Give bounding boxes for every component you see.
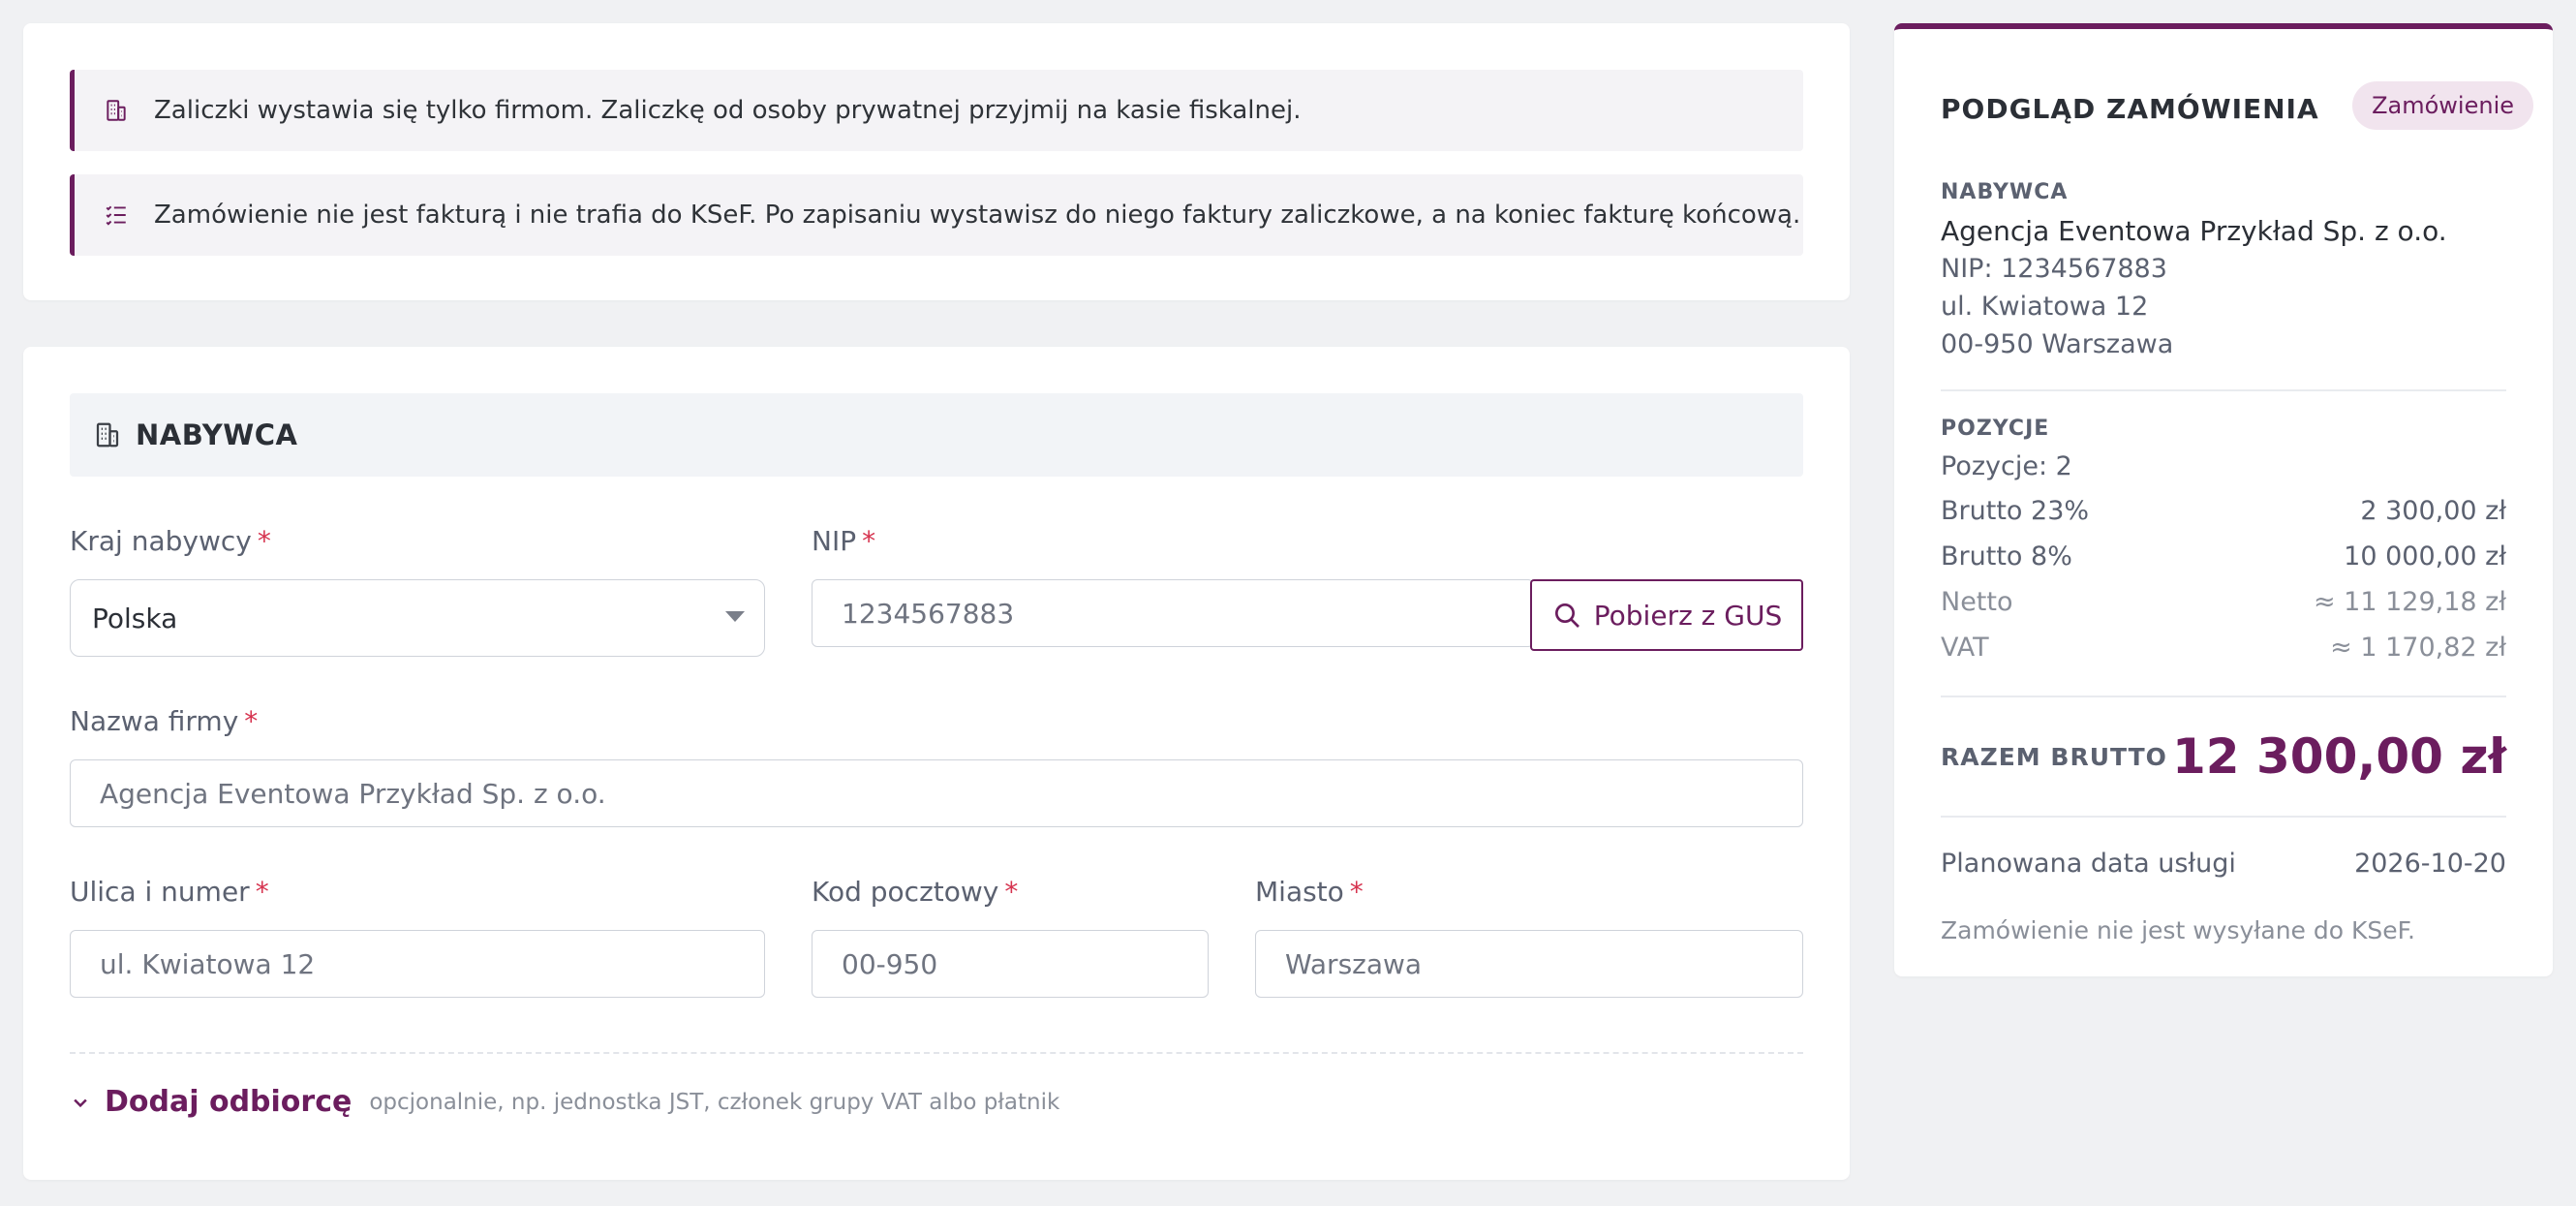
total-label: RAZEM BRUTTO bbox=[1941, 742, 2167, 771]
city-label-text: Miasto bbox=[1255, 876, 1344, 908]
search-icon bbox=[1551, 600, 1582, 631]
street-label: Ulica i numer * bbox=[70, 876, 269, 908]
required-mark: * bbox=[862, 525, 876, 557]
postal-code-value: 00-950 bbox=[842, 947, 938, 980]
required-mark: * bbox=[1349, 876, 1364, 908]
checklist-icon bbox=[100, 199, 133, 232]
summary-row-label: Brutto 8% bbox=[1941, 541, 2072, 572]
nip-input-value: 1234567883 bbox=[842, 597, 1015, 630]
add-recipient-hint: opcjonalnie, np. jednostka JST, członek … bbox=[369, 1089, 1060, 1115]
info-note-ksef: Zamówienie nie jest fakturą i nie trafia… bbox=[70, 174, 1803, 256]
ksef-note: Zamówienie nie jest wysyłane do KSeF. bbox=[1941, 916, 2415, 944]
summary-row-value: ≈ 1 170,82 zł bbox=[2330, 633, 2506, 663]
nip-input[interactable]: 1234567883 bbox=[812, 579, 1534, 647]
company-name-input[interactable]: Agencja Eventowa Przykład Sp. z o.o. bbox=[70, 759, 1803, 827]
service-date-value: 2026-10-20 bbox=[2354, 849, 2506, 879]
building-icon bbox=[91, 418, 124, 451]
summary-row-value: ≈ 11 129,18 zł bbox=[2313, 587, 2506, 617]
summary-total: RAZEM BRUTTO 12 300,00 zł bbox=[1941, 728, 2506, 785]
status-badge: Zamówienie bbox=[2352, 81, 2533, 130]
country-select-value: Polska bbox=[92, 602, 178, 634]
summary-row-gross-8: Brutto 8% 10 000,00 zł bbox=[1941, 541, 2506, 572]
summary-row-value: 10 000,00 zł bbox=[2344, 541, 2506, 572]
info-notes-card: Zaliczki wystawia się tylko firmom. Zali… bbox=[23, 23, 1850, 300]
street-input[interactable]: ul. Kwiatowa 12 bbox=[70, 930, 765, 998]
required-mark: * bbox=[257, 525, 271, 557]
city-input[interactable]: Warszawa bbox=[1255, 930, 1803, 998]
street-label-text: Ulica i numer bbox=[70, 876, 250, 908]
required-mark: * bbox=[255, 876, 269, 908]
summary-divider bbox=[1941, 696, 2506, 697]
city-input-value: Warszawa bbox=[1285, 947, 1423, 980]
summary-service-date: Planowana data usługi 2026-10-20 bbox=[1941, 849, 2506, 879]
order-page: Zaliczki wystawia się tylko firmom. Zali… bbox=[0, 0, 2576, 1206]
fetch-gus-button-label: Pobierz z GUS bbox=[1593, 599, 1783, 632]
company-name-value: Agencja Eventowa Przykład Sp. z o.o. bbox=[100, 777, 606, 810]
summary-row-gross-23: Brutto 23% 2 300,00 zł bbox=[1941, 496, 2506, 526]
info-note-text: Zaliczki wystawia się tylko firmom. Zali… bbox=[154, 96, 1302, 125]
summary-buyer-street: ul. Kwiatowa 12 bbox=[1941, 292, 2149, 322]
required-mark: * bbox=[244, 705, 259, 737]
summary-buyer-heading: NABYWCA bbox=[1941, 180, 2069, 204]
summary-row-label: Brutto 23% bbox=[1941, 496, 2090, 526]
summary-positions-count: Pozycje: 2 bbox=[1941, 451, 2072, 481]
building-icon bbox=[100, 94, 133, 127]
info-note-text: Zamówienie nie jest fakturą i nie trafia… bbox=[154, 201, 1801, 230]
summary-row-label: Netto bbox=[1941, 587, 2013, 617]
country-label-text: Kraj nabywcy bbox=[70, 525, 252, 557]
buyer-section-title: NABYWCA bbox=[136, 418, 298, 451]
chevron-down-icon bbox=[70, 1092, 91, 1113]
country-select[interactable]: Polska bbox=[70, 579, 765, 657]
add-recipient-link[interactable]: Dodaj odbiorcę bbox=[105, 1085, 352, 1119]
info-note-advance: Zaliczki wystawia się tylko firmom. Zali… bbox=[70, 70, 1803, 151]
summary-buyer-city: 00-950 Warszawa bbox=[1941, 329, 2174, 359]
add-recipient-toggle[interactable]: Dodaj odbiorcę opcjonalnie, np. jednostk… bbox=[70, 1085, 1059, 1119]
nip-label: NIP * bbox=[812, 525, 875, 557]
summary-row-label: VAT bbox=[1941, 633, 1989, 663]
summary-buyer-nip: NIP: 1234567883 bbox=[1941, 254, 2167, 284]
buyer-form-card: NABYWCA Kraj nabywcy * Polska NIP * 123456… bbox=[23, 347, 1850, 1180]
chevron-down-icon bbox=[725, 611, 745, 622]
country-label: Kraj nabywcy * bbox=[70, 525, 271, 557]
street-input-value: ul. Kwiatowa 12 bbox=[100, 947, 316, 980]
summary-row-value: 2 300,00 zł bbox=[2360, 496, 2506, 526]
buyer-section-header: NABYWCA bbox=[70, 393, 1803, 477]
total-value: 12 300,00 zł bbox=[2172, 728, 2506, 785]
postal-code-label-text: Kod pocztowy bbox=[812, 876, 999, 908]
nip-label-text: NIP bbox=[812, 525, 857, 557]
service-date-label: Planowana data usługi bbox=[1941, 849, 2236, 879]
section-divider bbox=[70, 1052, 1803, 1054]
summary-buyer-name: Agencja Eventowa Przykład Sp. z o.o. bbox=[1941, 215, 2447, 247]
postal-code-label: Kod pocztowy * bbox=[812, 876, 1018, 908]
summary-row-vat: VAT ≈ 1 170,82 zł bbox=[1941, 633, 2506, 663]
city-label: Miasto * bbox=[1255, 876, 1364, 908]
required-mark: * bbox=[1004, 876, 1019, 908]
company-label: Nazwa firmy * bbox=[70, 705, 258, 737]
summary-divider bbox=[1941, 816, 2506, 818]
summary-divider bbox=[1941, 389, 2506, 391]
company-label-text: Nazwa firmy bbox=[70, 705, 239, 737]
summary-row-net: Netto ≈ 11 129,18 zł bbox=[1941, 587, 2506, 617]
postal-code-input[interactable]: 00-950 bbox=[812, 930, 1209, 998]
summary-positions-heading: POZYCJE bbox=[1941, 417, 2050, 441]
order-summary-card: PODGLĄD ZAMÓWIENIA Zamówienie NABYWCA Ag… bbox=[1894, 23, 2553, 976]
summary-title: PODGLĄD ZAMÓWIENIA bbox=[1941, 93, 2319, 125]
fetch-gus-button[interactable]: Pobierz z GUS bbox=[1530, 579, 1803, 651]
